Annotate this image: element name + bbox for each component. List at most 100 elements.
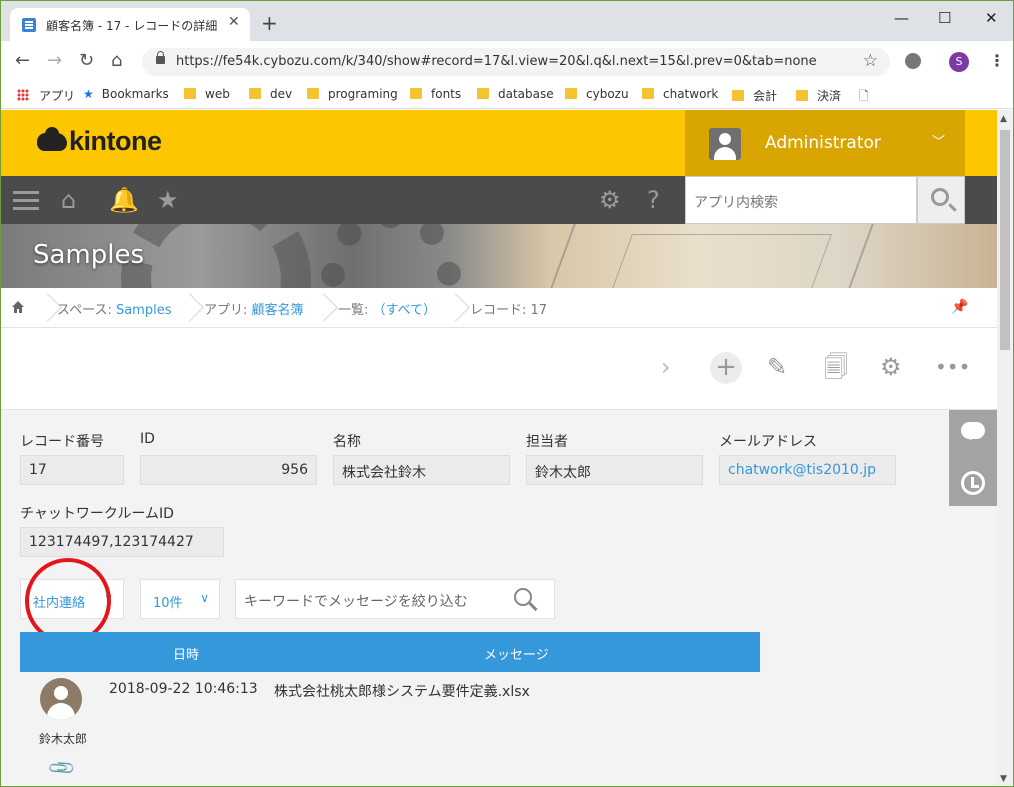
bookmark-chatwork[interactable]: chatwork [642,87,718,101]
search-icon[interactable] [514,588,532,606]
owner-value: 鈴木太郎 [526,455,703,485]
record-no-label: レコード番号 [20,434,104,450]
pin-icon[interactable]: 📌 [951,299,968,315]
keyword-filter-input[interactable]: キーワードでメッセージを絞り込む [235,579,555,619]
side-panel-tabs [949,410,997,506]
next-record-icon[interactable]: › [661,352,671,382]
scroll-up-icon[interactable]: ▲ [1000,114,1007,124]
breadcrumb-space[interactable]: スペース: Samples [57,299,171,318]
comment-bubble-icon[interactable] [961,422,985,439]
star-icon: ★ [83,87,94,101]
space-banner: Samples [1,224,997,288]
bookmark-star-icon[interactable]: ☆ [863,51,878,71]
message-table-header: 日時 メッセージ [20,632,760,672]
forward-icon[interactable]: → [47,52,62,70]
menu-icon[interactable] [13,191,39,194]
folder-icon [642,88,654,99]
maximize-icon[interactable]: ☐ [938,9,951,27]
add-record-button[interactable]: + [710,352,742,384]
id-label: ID [140,431,155,447]
history-icon[interactable] [961,471,985,495]
breadcrumb-separator [311,288,325,328]
browser-menu-icon[interactable]: ⋮ [989,51,1005,70]
bookmark-accounting[interactable]: 会計 [732,87,777,104]
kintone-logo[interactable]: kintone [37,126,162,157]
address-bar[interactable]: https://fe54k.cybozu.com/k/340/show#reco… [142,48,890,76]
breadcrumb-separator [177,288,191,328]
profile-avatar[interactable]: S [949,52,969,72]
breadcrumb: スペース: Samples アプリ: 顧客名簿 一覧: （すべて） レコード: … [1,288,997,328]
help-icon[interactable]: ? [647,186,660,214]
scroll-down-icon[interactable]: ▼ [1000,774,1007,784]
url-text: https://fe54k.cybozu.com/k/340/show#reco… [176,54,817,69]
portal-home-icon[interactable]: ⌂ [61,186,76,214]
new-tab-icon[interactable]: + [261,13,278,33]
message-time: 2018-09-22 10:46:13 [109,681,258,697]
home-icon[interactable] [11,300,25,314]
count-select[interactable]: 10件 ∨ [140,579,220,619]
minimize-icon[interactable]: — [894,9,909,27]
page-icon[interactable]: 🗋 [859,87,869,108]
gear-decoration [121,224,311,288]
bookmark-apps[interactable]: アプリ [17,87,75,104]
tab-strip: 顧客名簿 - 17 - レコードの詳細 ✕ + — ☐ ✕ [1,1,1013,41]
breadcrumb-separator [35,288,49,328]
bookmarks-bar: アプリ ★ Bookmarks web dev programing fonts … [1,81,1013,109]
bookmark-programing[interactable]: programing [307,87,398,101]
message-text: 株式会社桃太郎様システム要件定義.xlsx [274,684,530,700]
search-placeholder: アプリ内検索 [694,195,778,211]
bookmark-payment[interactable]: 決済 [796,87,841,104]
gear-decoration [321,224,461,288]
settings-gear-icon[interactable]: ⚙ [599,186,621,214]
email-label: メールアドレス [719,434,817,450]
edit-icon[interactable]: ✎ [767,352,787,382]
scroll-thumb[interactable] [1000,130,1010,350]
bookmark-database[interactable]: database [477,87,554,101]
browser-tab[interactable]: 顧客名簿 - 17 - レコードの詳細 ✕ [10,8,250,41]
tab-close-icon[interactable]: ✕ [228,14,240,30]
kintone-page: kintone Administrator ﹀ ⌂ 🔔 ★ ⚙ ? アプリ内検索 [1,110,997,786]
page-scrollbar[interactable]: ▲ ▼ [997,110,1013,786]
owner-label: 担当者 [526,434,568,450]
bookmark-fonts[interactable]: fonts [410,87,461,101]
space-title: Samples [33,240,145,270]
user-avatar [40,678,82,720]
more-options-icon[interactable]: ••• [935,352,970,382]
app-search-input[interactable]: アプリ内検索 [685,176,917,224]
search-button[interactable] [917,176,965,224]
folder-icon [184,88,196,99]
record-action-bar: › + ✎ 🗐 ⚙ ••• [1,328,997,410]
attachment-clip-icon[interactable]: 📎 [47,753,78,784]
favorites-star-icon[interactable]: ★ [157,186,179,214]
folder-icon [307,88,319,99]
back-icon[interactable]: ← [15,52,30,70]
app-settings-gear-icon[interactable]: ⚙ [880,352,902,382]
company-name-label: 名称 [333,434,361,450]
chatwork-room-label: チャットワークルームID [20,506,174,522]
breadcrumb-app[interactable]: アプリ: 顧客名簿 [204,299,304,318]
chevron-down-icon: ∨ [200,591,209,605]
folder-icon [410,88,422,99]
home-icon[interactable]: ⌂ [111,52,122,70]
notification-bell-icon[interactable]: 🔔 [109,186,139,214]
bookmark-bookmarks[interactable]: ★ Bookmarks [83,87,169,101]
blueprint-decoration [610,234,832,288]
cloud-icon [37,127,67,151]
record-no-value: 17 [20,455,124,485]
extension-icon[interactable] [905,53,921,69]
copy-record-icon[interactable]: 🗐 [824,352,848,382]
bookmark-cybozu[interactable]: cybozu [565,87,629,101]
keyword-placeholder: キーワードでメッセージを絞り込む [244,594,468,610]
breadcrumb-view[interactable]: 一覧: （すべて） [338,299,436,318]
browser-window: 顧客名簿 - 17 - レコードの詳細 ✕ + — ☐ ✕ ← → ↻ ⌂ ht… [0,0,1014,787]
user-menu[interactable]: Administrator ﹀ [685,110,965,176]
close-window-icon[interactable]: ✕ [985,9,998,27]
message-user: 鈴木太郎 [39,732,88,746]
bookmark-web[interactable]: web [184,87,230,101]
reload-icon[interactable]: ↻ [79,52,94,70]
email-link[interactable]: chatwork@tis2010.jp [719,455,896,485]
folder-icon [796,90,808,101]
bookmark-dev[interactable]: dev [249,87,292,101]
search-icon [931,188,949,206]
folder-icon [477,88,489,99]
